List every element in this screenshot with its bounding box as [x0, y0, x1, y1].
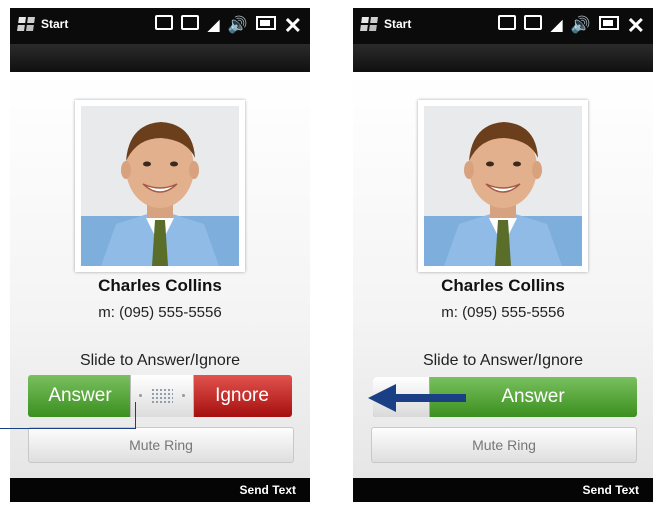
mute-ring-button[interactable]: Mute Ring: [371, 427, 637, 463]
battery-icon[interactable]: [598, 15, 619, 36]
answer-zone: Answer: [28, 375, 132, 417]
slide-instruction: Slide to Answer/Ignore: [422, 352, 584, 369]
title-bar: [10, 44, 310, 72]
start-label: Start: [41, 17, 69, 31]
title-bar: [353, 44, 653, 72]
caller-phone-number: m: (095) 555-5556: [98, 304, 222, 321]
callout-connector: [135, 402, 136, 429]
start-button[interactable]: Start: [360, 17, 412, 31]
start-label: Start: [384, 17, 412, 31]
answer-ignore-slider[interactable]: Answer Ignore: [28, 375, 292, 417]
caller-photo: [75, 100, 245, 272]
handle-tick-icon: [139, 394, 142, 397]
callout-line: [0, 428, 136, 429]
send-text-softkey[interactable]: Send Text: [583, 483, 639, 497]
mute-ring-button[interactable]: Mute Ring: [28, 427, 294, 463]
speaker-icon[interactable]: 🔊: [571, 16, 591, 36]
speaker-icon[interactable]: 🔊: [228, 16, 248, 36]
close-icon[interactable]: ✕: [284, 14, 302, 36]
tv-icon[interactable]: [155, 15, 174, 36]
slide-instruction: Slide to Answer/Ignore: [79, 352, 241, 369]
incoming-call-panel: Charles Collins m: (095) 555-5556 Slide …: [10, 72, 310, 478]
data-icon[interactable]: [524, 15, 543, 36]
status-bar: Start ◢ 🔊 ✕: [353, 8, 653, 44]
windows-flag-icon: [17, 17, 35, 31]
ignore-zone: Ignore: [192, 375, 292, 417]
send-text-softkey[interactable]: Send Text: [240, 483, 296, 497]
soft-key-bar: Send Text: [353, 478, 653, 502]
status-bar: Start ◢ 🔊 ✕: [10, 8, 310, 44]
windows-flag-icon: [360, 17, 378, 31]
caller-name: Charles Collins: [98, 276, 222, 295]
phone-screen-right: Start ◢ 🔊 ✕ Charles Collins m: (095) 555…: [353, 8, 653, 502]
slide-left-arrow-icon: [368, 384, 466, 412]
data-icon[interactable]: [181, 15, 200, 36]
caller-photo: [418, 100, 588, 272]
signal-icon[interactable]: ◢: [550, 16, 562, 36]
grip-dots-icon: [151, 388, 173, 404]
caller-name: Charles Collins: [441, 276, 565, 295]
incoming-call-panel: Charles Collins m: (095) 555-5556 Slide …: [353, 72, 653, 478]
caller-phone-number: m: (095) 555-5556: [441, 304, 565, 321]
soft-key-bar: Send Text: [10, 478, 310, 502]
close-icon[interactable]: ✕: [627, 14, 645, 36]
tv-icon[interactable]: [498, 15, 517, 36]
handle-tick-icon: [182, 394, 185, 397]
signal-icon[interactable]: ◢: [207, 16, 219, 36]
start-button[interactable]: Start: [17, 17, 69, 31]
slider-handle[interactable]: [130, 375, 194, 417]
battery-icon[interactable]: [255, 15, 276, 36]
